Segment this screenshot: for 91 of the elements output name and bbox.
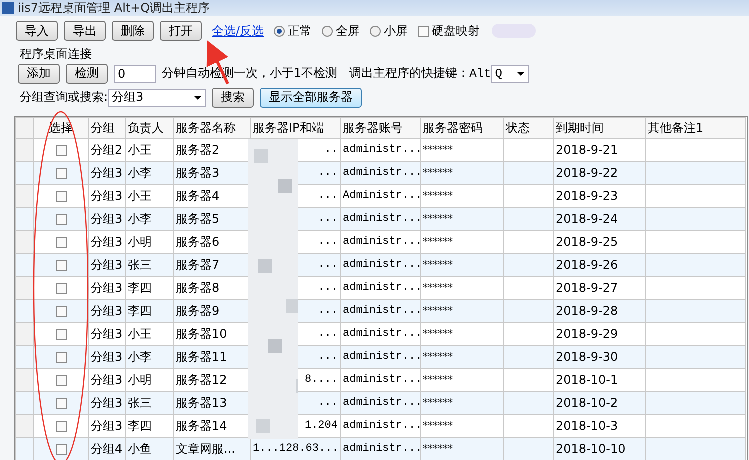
table-cell: administr... — [340, 438, 420, 460]
radio-button[interactable] — [322, 26, 334, 36]
table-cell: ****** — [420, 438, 504, 460]
row-checkbox[interactable] — [56, 329, 66, 340]
table-cell: 2018-9-22 — [554, 162, 646, 184]
search-button[interactable]: 搜索 — [212, 88, 254, 108]
radio-button[interactable] — [370, 26, 382, 36]
table-cell: 小李 — [126, 208, 174, 230]
table-cell: 服务器3 — [174, 162, 250, 184]
table-cell: 分组3 — [88, 392, 126, 414]
table-cell: 2018-9-26 — [554, 254, 646, 276]
interval-field[interactable]: 0 — [114, 64, 156, 82]
radio-label: 全屏 — [336, 22, 360, 40]
radio-button[interactable] — [274, 26, 286, 36]
row-checkbox[interactable] — [56, 444, 66, 456]
column-header[interactable]: 服务器账号 — [340, 118, 420, 138]
table-cell: ****** — [420, 346, 504, 368]
action-button[interactable]: 添加 — [18, 64, 60, 84]
table-cell: administr... — [340, 254, 420, 276]
toolbar-button[interactable]: 删除 — [112, 21, 154, 41]
radio-label: 小屏 — [384, 22, 408, 40]
table-cell: ****** — [420, 254, 504, 276]
column-header[interactable]: 服务器名称 — [174, 118, 250, 138]
table-cell: 文章网服... — [174, 438, 250, 460]
table-cell: ****** — [420, 208, 504, 230]
table-cell: 分组3 — [88, 300, 126, 322]
window-title: iis7远程桌面管理 Alt+Q调出主程序 — [18, 0, 210, 16]
search-label: 分组查询或搜索: — [20, 89, 108, 106]
table-cell: 服务器7 — [174, 254, 250, 276]
row-checkbox[interactable] — [56, 283, 66, 294]
table-cell: 服务器9 — [174, 300, 250, 322]
app-icon — [2, 2, 14, 14]
table-cell: 2018-10-2 — [554, 392, 646, 414]
table-cell: ****** — [420, 392, 504, 414]
toolbar-button[interactable]: 导出 — [64, 21, 106, 41]
row-checkbox[interactable] — [56, 398, 66, 410]
table-cell: 2018-9-30 — [554, 346, 646, 368]
table-cell: 张三 — [126, 254, 174, 276]
row-checkbox[interactable] — [56, 352, 66, 364]
table-cell: administr... — [340, 208, 420, 230]
table-cell: 分组3 — [88, 208, 126, 230]
table-cell: administr... — [340, 300, 420, 322]
table-cell: administr... — [340, 162, 420, 184]
show-all-button[interactable]: 显示全部服务器 — [260, 88, 362, 108]
column-header[interactable]: 状态 — [504, 118, 554, 138]
table-cell: 2018-9-28 — [554, 300, 646, 322]
table-cell: 2018-10-10 — [554, 438, 646, 460]
column-header[interactable]: 到期时间 — [554, 118, 646, 138]
row-checkbox[interactable] — [56, 237, 66, 248]
column-header[interactable]: 分组 — [88, 118, 126, 138]
table-cell: administr... — [340, 346, 420, 368]
table-cell: 服务器11 — [174, 346, 250, 368]
row-checkbox[interactable] — [56, 260, 66, 272]
column-header[interactable]: 其他备注1 — [646, 118, 746, 138]
shortcut-label: 调出主程序的快捷键：Alt — [350, 66, 492, 82]
table-cell: 服务器5 — [174, 208, 250, 230]
row-checkbox[interactable] — [56, 375, 66, 386]
toolbar-button[interactable]: 导入 — [16, 21, 58, 41]
column-header[interactable]: 服务器IP和端 — [250, 118, 340, 138]
table-cell: 分组4 — [88, 438, 126, 460]
shortcut-dropdown[interactable]: Q — [491, 64, 530, 82]
table-cell: 服务器13 — [174, 392, 250, 414]
group-dropdown[interactable]: 分组3 — [108, 88, 206, 106]
table-cell: 小鱼 — [126, 438, 174, 460]
row-checkbox[interactable] — [56, 306, 66, 318]
row-checkbox[interactable] — [56, 214, 66, 226]
row-checkbox[interactable] — [56, 421, 66, 432]
table-cell: 李四 — [126, 300, 174, 322]
table-cell: 分组3 — [88, 162, 126, 184]
column-header[interactable]: 服务器密码 — [420, 118, 504, 138]
table-cell: 分组3 — [88, 254, 126, 276]
row-checkbox[interactable] — [56, 168, 66, 180]
table-cell: 分组3 — [88, 346, 126, 368]
table-cell: administr... — [340, 392, 420, 414]
radio-label: 正常 — [288, 22, 312, 40]
group-title: 程序桌面连接 — [20, 47, 92, 61]
action-button[interactable]: 检测 — [66, 64, 108, 84]
row-checkbox[interactable] — [56, 191, 66, 202]
table-cell: 小李 — [126, 346, 174, 368]
table-cell: 小李 — [126, 162, 174, 184]
toolbar-button[interactable]: 打开 — [160, 21, 202, 41]
table-cell: 张三 — [126, 392, 174, 414]
table-cell: 1...128.63... — [250, 438, 340, 460]
select-toggle-link[interactable]: 全选/反选 — [212, 22, 264, 40]
checkbox-label: 硬盘映射 — [432, 22, 480, 40]
column-header[interactable]: 负责人 — [126, 118, 174, 138]
table-cell: 2018-9-24 — [554, 208, 646, 230]
table-cell: ****** — [420, 162, 504, 184]
checkbox[interactable] — [418, 26, 430, 36]
table-cell: ****** — [420, 300, 504, 322]
row-checkbox[interactable] — [56, 145, 66, 156]
